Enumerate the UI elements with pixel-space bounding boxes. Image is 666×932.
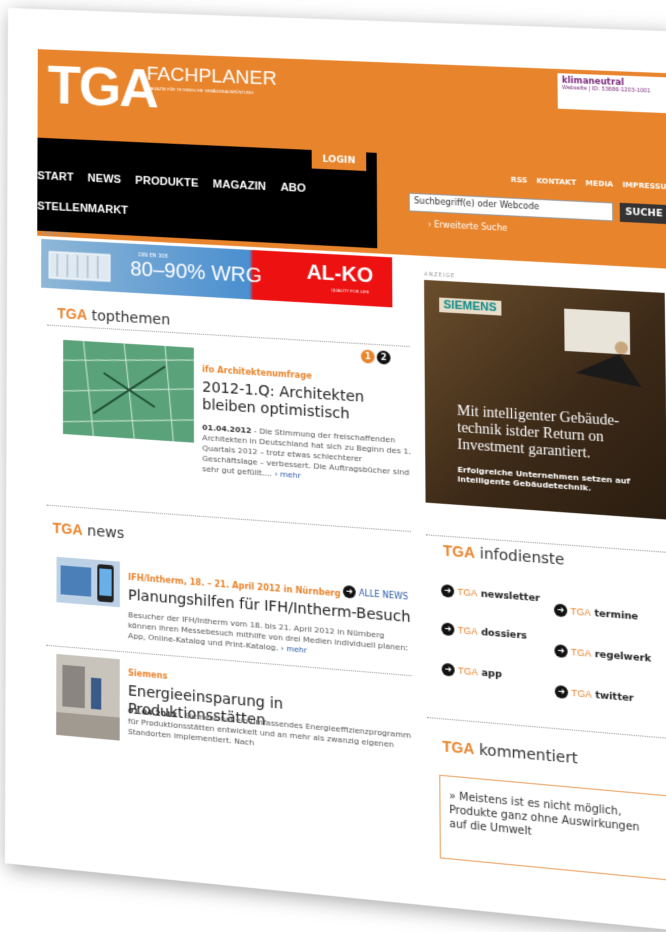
- link-media[interactable]: MEDIA: [585, 179, 613, 189]
- search-input[interactable]: Suchbegriff(e) oder Webcode: [409, 193, 614, 222]
- siemens-headline: Mit intelligenter Gebäude-technik istder…: [457, 403, 660, 467]
- page-sheet: TGA FACHPLANER MAGAZIN FÜR TECHNISCHE GE…: [5, 8, 666, 932]
- top-links: RSS KONTAKT MEDIA IMPRESSUM: [504, 175, 666, 191]
- ad-label: ANZEIGE: [41, 231, 70, 239]
- siemens-logo: SIEMENS: [439, 297, 501, 315]
- comment-box[interactable]: » Meistens ist es nicht möglich, Produkt…: [439, 775, 666, 881]
- info-regelwerk[interactable]: ➜TGA regelwerk: [554, 644, 651, 665]
- arrow-right-icon: ➜: [441, 584, 454, 598]
- link-rss[interactable]: RSS: [511, 176, 527, 185]
- kommentiert-title: TGA kommentiert: [442, 738, 578, 768]
- alko-tagline: QUALITY FOR LIFE: [331, 287, 369, 294]
- siemens-subline: Erfolgreiche Unternehmen setzen auf inte…: [457, 465, 660, 498]
- nav-abo[interactable]: ABO: [280, 181, 306, 195]
- page-2-button[interactable]: 2: [377, 350, 391, 364]
- topthemen-headline[interactable]: 2012-1.Q: Architekten bleiben optimistis…: [202, 379, 412, 428]
- arrow-right-icon: ➜: [441, 622, 454, 636]
- topthemen-title: TGA topthemen: [57, 305, 170, 329]
- arrow-right-icon: ➜: [343, 585, 356, 599]
- link-kontakt[interactable]: KONTAKT: [536, 177, 576, 187]
- topthemen-pager: 12: [359, 343, 391, 365]
- page-1-button[interactable]: 1: [361, 349, 375, 363]
- all-news-link[interactable]: ➜ALLE NEWS: [343, 585, 408, 603]
- nav-magazin[interactable]: MAGAZIN: [213, 178, 266, 193]
- nav-stellenmarkt[interactable]: STELLENMARKT: [37, 200, 128, 217]
- ventilation-unit-icon: [47, 245, 118, 285]
- site-logo[interactable]: TGA: [48, 54, 157, 121]
- nav-produkte[interactable]: PRODUKTE: [135, 175, 198, 190]
- info-newsletter[interactable]: ➜TGA newsletter: [441, 584, 540, 604]
- nav-start[interactable]: START: [37, 170, 73, 184]
- topthemen-more-link[interactable]: › mehr: [274, 469, 300, 480]
- arrow-right-icon: ➜: [555, 685, 568, 699]
- search-button[interactable]: SUCHE: [620, 203, 666, 224]
- arrow-right-icon: ➜: [554, 644, 567, 658]
- nav-row: START NEWS PRODUKTE MAGAZIN ABO: [37, 170, 320, 196]
- topthemen-kicker: ifo Architektenumfrage: [202, 365, 312, 381]
- factory-thumbnail[interactable]: [56, 654, 120, 741]
- arrow-right-icon: ➜: [442, 663, 455, 677]
- blueprint-thumbnail[interactable]: [63, 340, 194, 443]
- main-nav: LOGIN START NEWS PRODUKTE MAGAZIN ABO STELLE…: [37, 138, 377, 249]
- link-impressum[interactable]: IMPRESSUM: [622, 181, 666, 192]
- login-button[interactable]: LOGIN: [312, 150, 367, 171]
- climate-badge[interactable]: klimaneutral Webseite | ID: 53686-1203-1…: [557, 73, 666, 113]
- ad-label: ANZEIGE: [424, 272, 455, 280]
- divider: [427, 717, 666, 739]
- siemens-ad[interactable]: SIEMENS Mit intelligenter Gebäude-techni…: [424, 280, 666, 520]
- info-dossiers[interactable]: ➜TGA dossiers: [441, 622, 527, 642]
- office-figure-image: [542, 307, 652, 409]
- news-title: TGA news: [53, 519, 125, 542]
- app-thumbnail[interactable]: [56, 557, 119, 607]
- arrow-right-icon: ➜: [554, 603, 567, 617]
- news2-kicker: Siemens: [128, 668, 167, 681]
- info-termine[interactable]: ➜TGA termine: [554, 603, 638, 622]
- wrg-label: 80–90% WRG: [130, 258, 262, 289]
- info-app[interactable]: ➜TGA app: [442, 663, 502, 681]
- topthemen-text: 01.04.2012 - Die Stimmung der freischaff…: [202, 423, 412, 489]
- news1-more-link[interactable]: › mehr: [281, 643, 308, 655]
- nav-news[interactable]: NEWS: [88, 172, 121, 186]
- advanced-search-link[interactable]: › Erweiterte Suche: [428, 220, 508, 233]
- alko-logo: AL-KO: [307, 261, 374, 288]
- infodienste-title: TGA infodienste: [443, 542, 565, 569]
- site-header: TGA FACHPLANER MAGAZIN FÜR TECHNISCHE GE…: [37, 49, 666, 269]
- info-twitter[interactable]: ➜TGA twitter: [555, 685, 634, 705]
